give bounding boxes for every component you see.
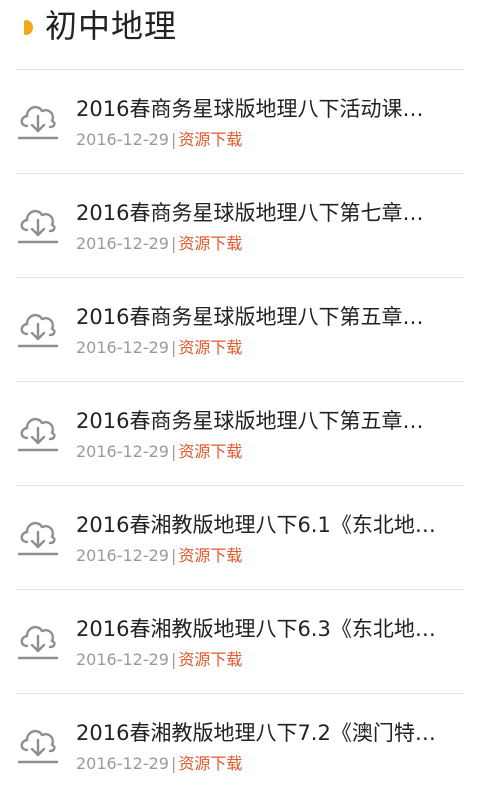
item-title[interactable]: 2016春湘教版地理八下6.3《东北地… [76, 614, 462, 644]
item-date: 2016-12-29 [76, 442, 169, 461]
download-link[interactable]: 资源下载 [178, 130, 242, 149]
item-separator: | [170, 754, 177, 773]
cloud-download-icon [17, 729, 59, 764]
item-meta: 2016-12-29 | 资源下载 [76, 232, 242, 256]
item-title[interactable]: 2016春商务星球版地理八下第七章… [76, 198, 462, 228]
download-link[interactable]: 资源下载 [178, 650, 242, 669]
item-date: 2016-12-29 [76, 650, 169, 669]
item-separator: | [170, 338, 177, 357]
cloud-download-icon [17, 625, 59, 660]
list-item[interactable]: 2016春湘教版地理八下6.1《东北地… 2016-12-29 | 资源下载 [16, 486, 464, 590]
download-link[interactable]: 资源下载 [178, 442, 242, 461]
list-item[interactable]: 2016春湘教版地理八下6.3《东北地… 2016-12-29 | 资源下载 [16, 590, 464, 694]
item-meta: 2016-12-29 | 资源下载 [76, 440, 242, 464]
download-link[interactable]: 资源下载 [178, 754, 242, 773]
list-item[interactable]: 2016春商务星球版地理八下第五章… 2016-12-29 | 资源下载 [16, 382, 464, 486]
list-item[interactable]: 2016春商务星球版地理八下第五章… 2016-12-29 | 资源下载 [16, 278, 464, 382]
item-date: 2016-12-29 [76, 338, 169, 357]
header-marker [24, 20, 33, 35]
page-title: 初中地理 [45, 7, 178, 45]
item-meta: 2016-12-29 | 资源下载 [76, 336, 242, 360]
item-date: 2016-12-29 [76, 546, 169, 565]
item-date: 2016-12-29 [76, 754, 169, 773]
item-title[interactable]: 2016春商务星球版地理八下第五章… [76, 406, 462, 436]
cloud-download-icon [17, 209, 59, 244]
item-meta: 2016-12-29 | 资源下载 [76, 752, 242, 776]
download-link[interactable]: 资源下载 [178, 234, 242, 253]
download-link[interactable]: 资源下载 [178, 546, 242, 565]
item-separator: | [170, 130, 177, 149]
cloud-download-icon [17, 105, 59, 140]
page-header: 初中地理 [16, 0, 464, 70]
item-title[interactable]: 2016春湘教版地理八下6.1《东北地… [76, 510, 462, 540]
list-item[interactable]: 2016春商务星球版地理八下第七章… 2016-12-29 | 资源下载 [16, 174, 464, 278]
resource-list: 2016春商务星球版地理八下活动课… 2016-12-29 | 资源下载 2016春… [16, 70, 464, 798]
item-date: 2016-12-29 [76, 130, 169, 149]
item-title[interactable]: 2016春湘教版地理八下7.2《澳门特… [76, 718, 462, 748]
item-title[interactable]: 2016春商务星球版地理八下第五章… [76, 302, 462, 332]
cloud-download-icon [17, 313, 59, 348]
list-item[interactable]: 2016春湘教版地理八下7.2《澳门特… 2016-12-29 | 资源下载 [16, 694, 464, 798]
item-date: 2016-12-29 [76, 234, 169, 253]
download-link[interactable]: 资源下载 [178, 338, 242, 357]
cloud-download-icon [17, 521, 59, 556]
item-separator: | [170, 442, 177, 461]
item-separator: | [170, 546, 177, 565]
item-separator: | [170, 234, 177, 253]
item-title[interactable]: 2016春商务星球版地理八下活动课… [76, 94, 462, 124]
item-meta: 2016-12-29 | 资源下载 [76, 128, 242, 152]
item-meta: 2016-12-29 | 资源下载 [76, 648, 242, 672]
cloud-download-icon [17, 417, 59, 452]
item-separator: | [170, 650, 177, 669]
list-item[interactable]: 2016春商务星球版地理八下活动课… 2016-12-29 | 资源下载 [16, 70, 464, 174]
item-meta: 2016-12-29 | 资源下载 [76, 544, 242, 568]
